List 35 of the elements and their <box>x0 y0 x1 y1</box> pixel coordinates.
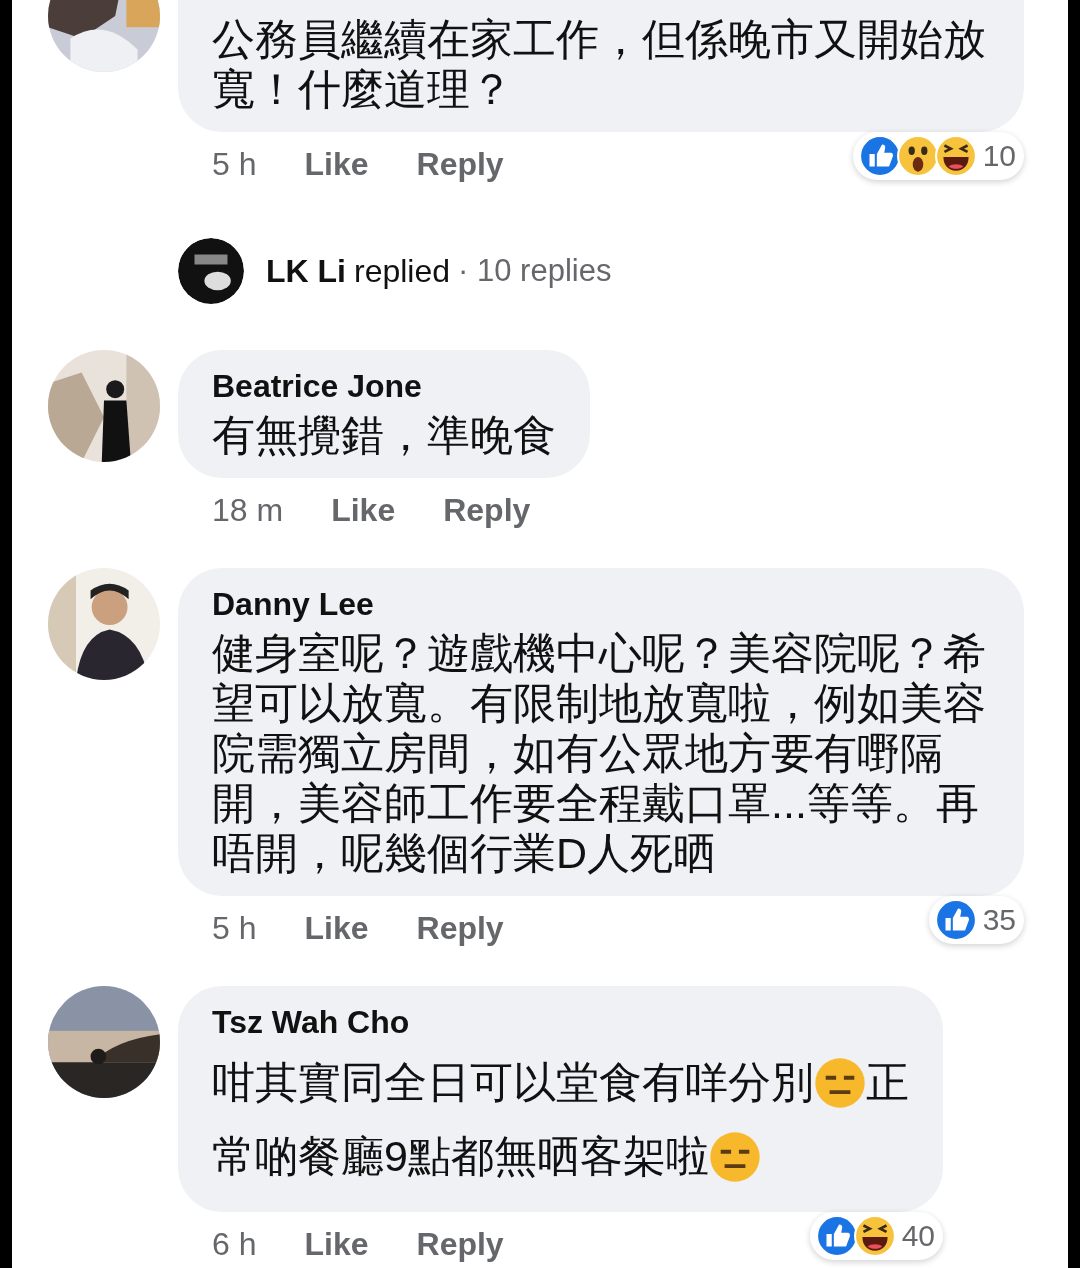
like-link[interactable]: Like <box>304 910 369 946</box>
comment-text: 有無攪錯，準晚食 <box>212 411 556 459</box>
timestamp: 18 m <box>212 492 284 528</box>
reply-link[interactable]: Reply <box>443 492 531 528</box>
reply-link[interactable]: Reply <box>416 910 504 946</box>
reaction-summary[interactable]: 10 <box>852 132 1024 180</box>
expressionless-face-icon <box>708 1131 761 1183</box>
reply-link[interactable]: Reply <box>416 146 504 182</box>
timestamp: 6 h <box>212 1226 257 1262</box>
replied-label[interactable]: replied <box>354 252 451 290</box>
laughing-face-icon <box>853 1215 896 1257</box>
author-name[interactable]: Tsz Wah Cho <box>212 1002 909 1042</box>
reaction-summary[interactable]: 40 <box>809 1212 943 1260</box>
reaction-summary[interactable]: 35 <box>928 896 1024 944</box>
reply-count[interactable]: · 10 replies <box>458 253 612 289</box>
timestamp: 5 h <box>212 910 257 946</box>
author-name[interactable]: Beatrice Jone <box>212 366 556 406</box>
like-icon <box>858 135 901 177</box>
timestamp: 5 h <box>212 146 257 182</box>
like-link[interactable]: Like <box>331 492 396 528</box>
surprised-face-icon <box>896 135 939 177</box>
expressionless-face-icon <box>814 1057 866 1109</box>
comment-text: 公務員繼續在家工作，但係晚市又開始放寬！什麼道理？ <box>212 15 986 113</box>
like-link[interactable]: Like <box>304 146 369 182</box>
comment-text: 常啲餐廳9點都無晒客架啦 <box>212 1131 709 1182</box>
laughing-face-icon <box>934 135 977 177</box>
author-name[interactable]: Danny Lee <box>212 584 990 624</box>
like-link[interactable]: Like <box>304 1226 369 1262</box>
comment-text: 咁其實同全日可以堂食有咩分別 <box>212 1057 814 1108</box>
like-icon <box>934 899 977 941</box>
like-icon <box>815 1215 858 1257</box>
reply-link[interactable]: Reply <box>416 1226 504 1262</box>
replier-name[interactable]: LK Li <box>266 252 346 290</box>
comment-text: 健身室呢？遊戲機中心呢？美容院呢？希望可以放寬。有限制地放寬啦，例如美容院需獨立房間，如有公眾地方要有嘢隔開，美容師工作要全程戴口罩...等等。再唔開，呢幾個行業D人死晒 <box>212 629 986 877</box>
comment-text: 正 <box>866 1057 909 1108</box>
